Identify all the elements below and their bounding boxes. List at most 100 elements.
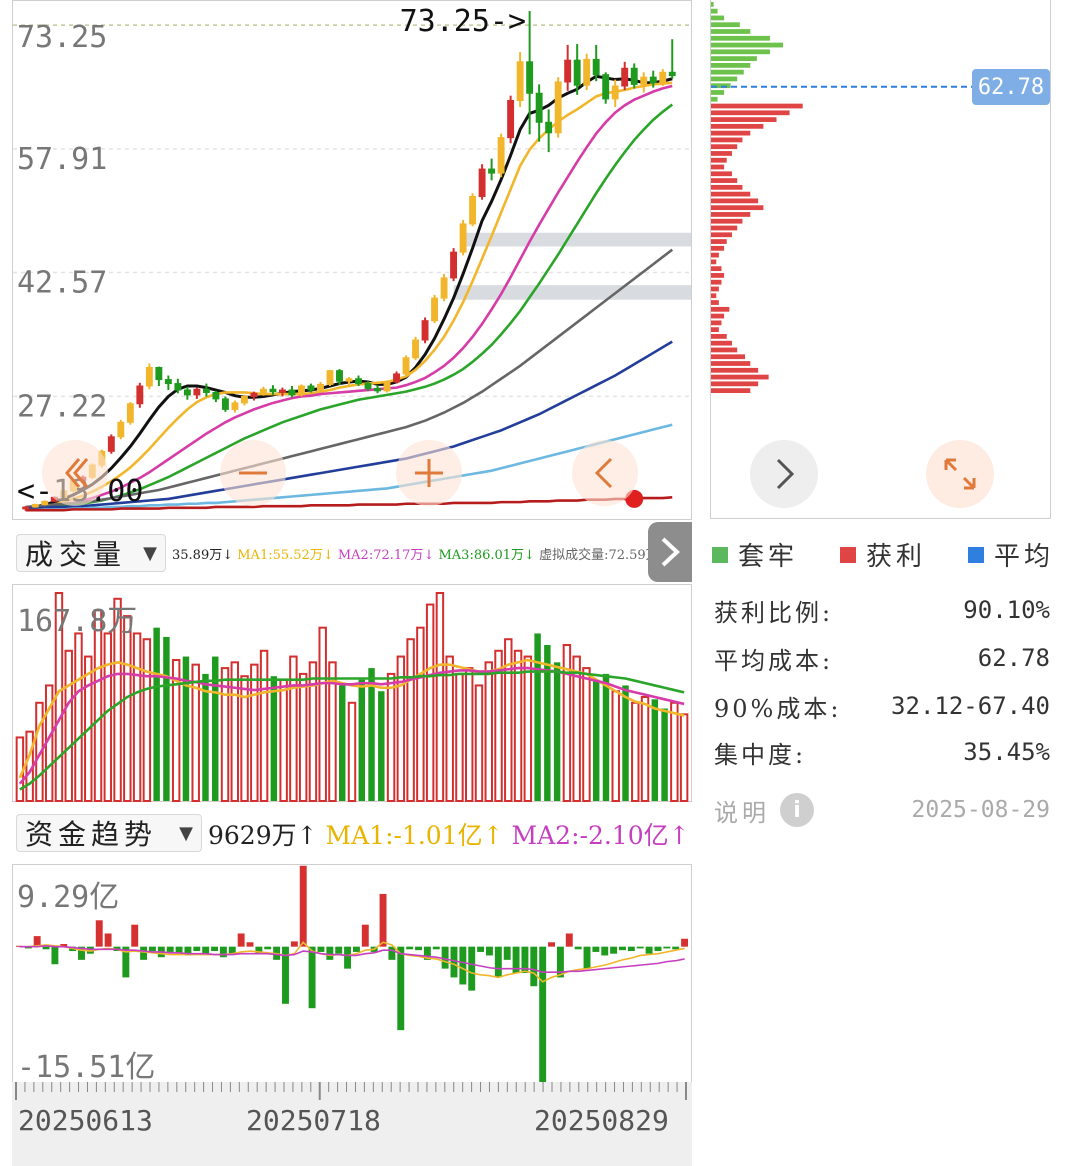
chip-bar-profit	[711, 130, 751, 136]
candle-body	[117, 421, 125, 438]
candle	[621, 61, 629, 91]
volume-current: 35.89万	[172, 548, 223, 563]
volume-bar-down	[368, 668, 375, 801]
date-label-start: 20250613	[18, 1104, 153, 1137]
candle	[478, 164, 486, 200]
price-tick-label: 42.57	[17, 266, 107, 301]
volume-bar-up	[289, 655, 298, 802]
step-left-button[interactable]	[572, 440, 638, 506]
fund-bar-outflow	[219, 946, 227, 958]
chip-bar-profit	[711, 164, 725, 170]
fund-bar-outflow	[494, 946, 502, 978]
volume-indicator-label: 成交量	[25, 538, 128, 571]
fullscreen-button[interactable]	[926, 440, 994, 508]
volume-bar-up	[572, 655, 581, 802]
note-label: 说明	[714, 798, 770, 827]
volume-indicator-select[interactable]: 成交量 ▼	[16, 534, 166, 572]
stat-key: 获利比例:	[714, 598, 834, 627]
candle-body	[592, 58, 600, 76]
candle	[393, 371, 400, 384]
candle-body	[516, 61, 524, 102]
candle	[421, 317, 429, 344]
fund-bar-outflow	[352, 946, 360, 952]
chevron-right-icon	[776, 458, 795, 490]
zoom-out-button[interactable]	[220, 440, 286, 506]
volume-bar-up	[582, 667, 591, 802]
date-label-mid: 20250718	[246, 1104, 381, 1137]
candle-body	[412, 339, 419, 359]
candle	[564, 44, 572, 91]
candle	[326, 369, 334, 386]
chip-bar-profit	[711, 103, 803, 109]
info-icon[interactable]: i	[780, 793, 814, 827]
candle	[383, 380, 391, 393]
candle-body	[431, 297, 439, 322]
candle-body	[421, 320, 429, 341]
main-chart-panel[interactable]: 73.2557.9142.5727.2273.25-><-13.00	[12, 0, 692, 520]
volume-bar-up	[484, 661, 493, 803]
volume-bar-down	[602, 673, 610, 801]
stat-average-cost: 平均成本: 62.78	[714, 638, 1050, 678]
fund-bar-outflow	[397, 946, 405, 1031]
volume-bar-up	[640, 696, 650, 802]
candle-body	[126, 403, 134, 423]
fund-min-label: -15.51亿	[17, 1050, 155, 1085]
volume-bar-up	[406, 638, 415, 802]
fund-bar-outflow	[601, 946, 609, 956]
fund-bar-outflow	[211, 946, 218, 952]
chip-note-row[interactable]: 说明 i 2025-08-29	[714, 790, 1050, 830]
fund-bar-outflow	[592, 946, 600, 952]
candle-body	[136, 385, 144, 405]
chip-bar-profit	[711, 178, 738, 183]
candle	[535, 84, 543, 142]
candle	[668, 39, 676, 79]
volume-bar-up	[679, 713, 689, 802]
minus-icon	[239, 471, 267, 475]
candle-body	[250, 392, 258, 397]
chip-bar-profit	[711, 184, 743, 190]
stat-key: 平均成本:	[714, 646, 834, 675]
candle-body	[155, 366, 163, 381]
volume-bar-down	[622, 685, 629, 801]
candle-body	[507, 100, 515, 139]
chip-bar-profit	[711, 151, 732, 156]
volume-bar-up	[250, 663, 259, 803]
candle	[117, 419, 125, 440]
fund-indicator-select[interactable]: 资金趋势 ▼	[16, 814, 202, 852]
volume-bar-up	[298, 672, 308, 802]
candle	[507, 95, 515, 144]
chip-bar-profit	[711, 171, 732, 177]
candle	[450, 248, 458, 282]
candle	[488, 158, 496, 181]
chip-bar-profit	[711, 286, 719, 292]
chip-bar-profit	[711, 205, 764, 211]
volume-bar-up	[455, 672, 464, 802]
zoom-in-button[interactable]	[396, 440, 462, 506]
fund-bar-outflow	[468, 946, 476, 991]
chip-bar-profit	[711, 306, 730, 312]
chip-bar-trapped	[711, 15, 725, 21]
gap-zone	[453, 285, 691, 300]
chip-bar-profit	[711, 300, 719, 305]
chip-bar-profit	[711, 266, 722, 272]
chip-next-button[interactable]	[750, 440, 818, 508]
fund-bar-outflow	[202, 946, 210, 954]
candle-body	[583, 58, 591, 86]
fund-bar-outflow	[264, 946, 272, 950]
volume-bar-up	[279, 678, 288, 802]
volume-bar-down	[661, 708, 668, 801]
fund-bar-outflow	[503, 946, 511, 960]
candle-body	[326, 370, 334, 385]
candle-body	[317, 383, 324, 391]
fund-bar-inflow	[104, 933, 112, 947]
candle-body	[573, 59, 581, 86]
candle-body	[240, 395, 248, 404]
fund-panel: 9.29亿 -15.51亿	[12, 864, 692, 1085]
candle-body	[668, 71, 676, 77]
scroll-left-button[interactable]	[42, 440, 108, 506]
candle-body	[640, 76, 648, 85]
expand-panel-button[interactable]	[648, 522, 692, 582]
chip-bar-profit	[711, 340, 732, 346]
candle	[298, 384, 305, 397]
volume-bar-up	[191, 663, 200, 803]
